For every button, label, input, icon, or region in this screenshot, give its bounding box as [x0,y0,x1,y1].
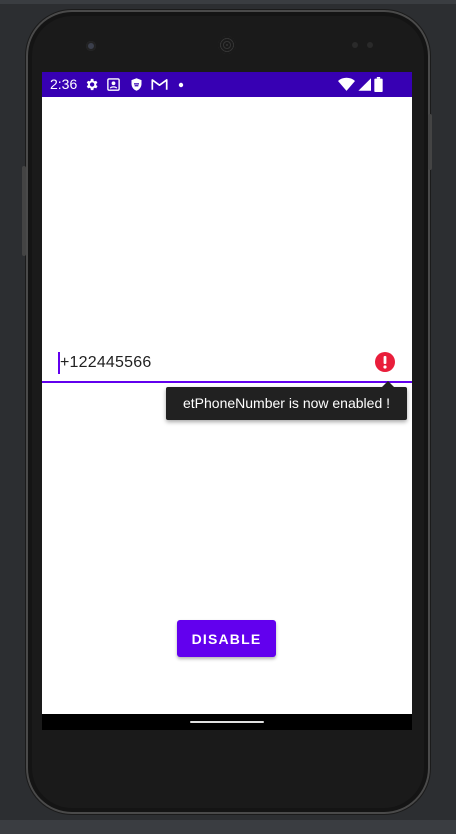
error-icon[interactable] [375,352,395,372]
phone-number-edittext[interactable]: +122445566 [42,347,412,383]
field-underline [42,381,412,383]
power-button [428,114,432,170]
front-camera [86,41,96,51]
popup-arrow [382,381,394,387]
wifi-icon [338,77,355,92]
light-sensor [367,42,373,48]
battery-icon [374,77,383,92]
emulator-frame: 2:36 +122445566 etPhoneNumber is now ena… [0,0,456,834]
home-gesture-handle[interactable] [190,721,264,723]
screenshot-icon [106,77,121,92]
status-time: 2:36 [50,76,78,92]
window-bottom-edge [0,820,456,834]
device-screen: 2:36 +122445566 etPhoneNumber is now ena… [42,72,412,730]
error-popup: etPhoneNumber is now enabled ! [166,381,407,420]
disable-button[interactable]: DISABLE [177,620,276,657]
signal-icon [357,77,371,92]
app-content: +122445566 etPhoneNumber is now enabled … [42,97,412,714]
gmail-icon [151,77,168,92]
navigation-bar [42,714,412,730]
dot-icon [178,77,184,92]
status-bar: 2:36 [42,72,412,97]
proximity-sensor [352,42,358,48]
phone-number-value: +122445566 [60,354,152,371]
window-top-edge [0,0,456,4]
volume-button [22,166,26,256]
gear-icon [84,77,99,92]
earpiece-speaker [218,36,236,54]
shield-icon [129,77,144,92]
error-popup-message: etPhoneNumber is now enabled ! [182,395,391,411]
